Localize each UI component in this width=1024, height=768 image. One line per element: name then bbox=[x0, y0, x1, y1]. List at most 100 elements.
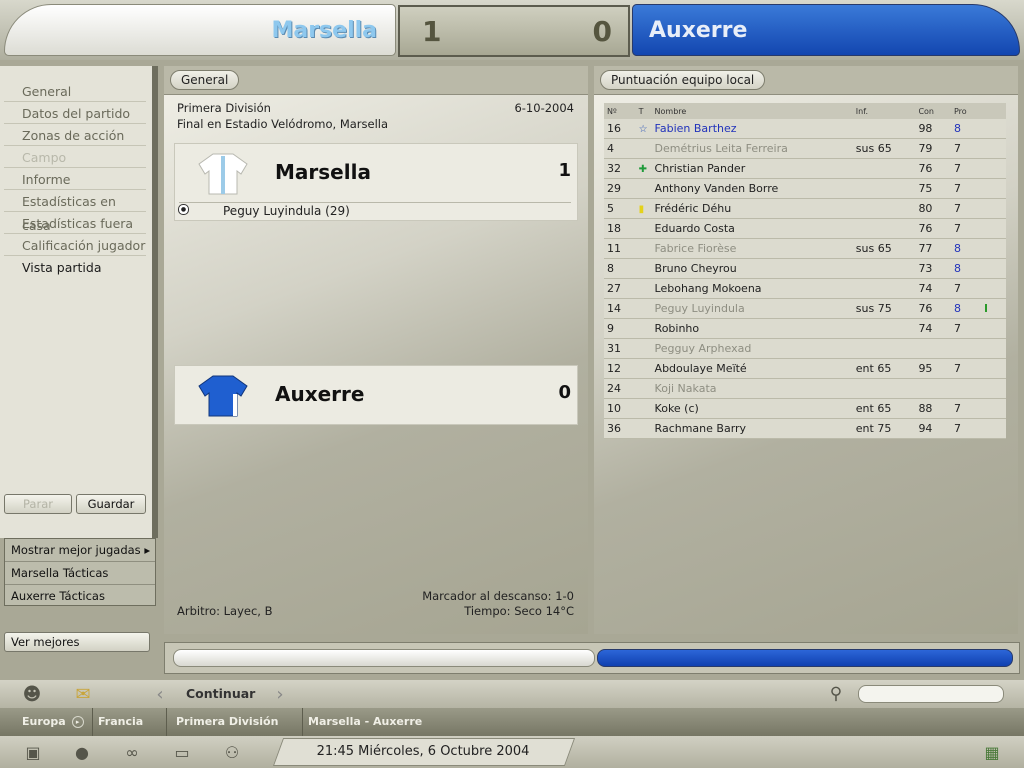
table-row[interactable]: 11 Fabrice Fiorèse sus 65 77 8 bbox=[604, 238, 1006, 259]
player-status bbox=[635, 278, 652, 299]
table-row[interactable]: 29 Anthony Vanden Borre 75 7 bbox=[604, 178, 1006, 199]
player-rating: 7 bbox=[950, 398, 983, 419]
player-info: sus 75 bbox=[852, 298, 916, 319]
show-best-plays-link[interactable]: Mostrar mejor jugadas ▸ bbox=[5, 539, 155, 562]
tab-general[interactable]: General bbox=[170, 70, 240, 90]
col-condition[interactable]: Con bbox=[915, 103, 951, 119]
player-rating: 7 bbox=[950, 418, 983, 439]
mail-icon[interactable]: ✉ bbox=[70, 684, 96, 705]
player-condition: 88 bbox=[915, 398, 951, 419]
player-status: ☆ bbox=[635, 119, 652, 139]
player-rating: 7 bbox=[950, 358, 983, 379]
match-date: 6-10-2004 bbox=[514, 101, 574, 115]
player-name: Eduardo Costa bbox=[651, 218, 853, 239]
search-icon[interactable]: ⚲ bbox=[824, 682, 848, 706]
home-score: 1 bbox=[422, 15, 442, 48]
player-status: ▮ bbox=[635, 198, 652, 219]
away-tactics-link[interactable]: Auxerre Tácticas bbox=[5, 585, 155, 607]
player-condition: 98 bbox=[915, 119, 951, 139]
nav-item-pitch: Campo bbox=[4, 146, 146, 168]
table-row[interactable]: 4 Demétrius Leita Ferreira sus 65 79 7 bbox=[604, 138, 1006, 159]
lower-link-list: Mostrar mejor jugadas ▸ Marsella Táctica… bbox=[4, 538, 156, 606]
nav-item-report[interactable]: Informe bbox=[4, 168, 146, 190]
people-icon[interactable]: ⚇ bbox=[220, 740, 244, 764]
breadcrumb-league[interactable]: Primera División▸ bbox=[176, 708, 303, 756]
links-icon[interactable]: ∞ bbox=[120, 740, 144, 764]
manager-icon[interactable]: ☻ bbox=[20, 682, 44, 706]
back-arrow-icon[interactable]: ‹ bbox=[150, 682, 170, 706]
breadcrumb-france[interactable]: Francia▸ bbox=[98, 708, 167, 756]
row-extra bbox=[982, 238, 1006, 259]
nav-item-home-stats[interactable]: Estadísticas en casa bbox=[4, 190, 146, 233]
player-info bbox=[852, 178, 916, 199]
goal-scorer: Peguy Luyindula (29) bbox=[223, 204, 350, 218]
competition-label: Primera División bbox=[177, 101, 271, 115]
player-condition: 74 bbox=[915, 278, 951, 299]
home-team-card: Marsella 1 ● Peguy Luyindula (29) bbox=[174, 143, 578, 221]
player-name: Rachmane Barry bbox=[651, 418, 853, 439]
player-rating: 7 bbox=[950, 218, 983, 239]
search-input[interactable] bbox=[858, 685, 1004, 703]
table-row[interactable]: 5 ▮ Frédéric Déhu 80 7 bbox=[604, 198, 1006, 219]
col-name[interactable]: Nombre bbox=[651, 103, 853, 119]
player-number: 8 bbox=[604, 258, 636, 279]
player-name: Peguy Luyindula bbox=[651, 298, 853, 319]
col-type[interactable]: T bbox=[635, 103, 652, 119]
table-row[interactable]: 31 Pegguy Arphexad bbox=[604, 338, 1006, 359]
referee-label: Arbitro: Layec, B bbox=[177, 604, 273, 618]
player-number: 5 bbox=[604, 198, 636, 219]
star-icon: ☆ bbox=[638, 124, 648, 135]
player-rating: 8 bbox=[950, 119, 983, 139]
col-number[interactable]: Nº bbox=[604, 103, 636, 119]
player-name: Fabrice Fiorèse bbox=[651, 238, 853, 259]
forward-arrow-icon[interactable]: › bbox=[270, 682, 290, 706]
player-name: Demétrius Leita Ferreira bbox=[651, 138, 853, 159]
player-rating: 8 bbox=[950, 298, 983, 319]
table-row[interactable]: 32 ✚ Christian Pander 76 7 bbox=[604, 158, 1006, 179]
globe-icon[interactable]: ● bbox=[70, 740, 94, 764]
continue-button[interactable]: Continuar bbox=[186, 686, 255, 701]
nav-item-player-ratings[interactable]: Calificación jugador bbox=[4, 234, 146, 256]
nav-item-general[interactable]: General bbox=[4, 80, 146, 102]
nav-item-action-zones[interactable]: Zonas de acción bbox=[4, 124, 146, 146]
player-info: ent 75 bbox=[852, 418, 916, 439]
col-info[interactable]: Inf. bbox=[852, 103, 916, 119]
player-name: Christian Pander bbox=[651, 158, 853, 179]
nav-item-match-view[interactable]: Vista partida bbox=[4, 256, 146, 278]
computer-icon[interactable]: ▭ bbox=[170, 740, 194, 764]
screen-switch-icon[interactable]: ▣ bbox=[20, 740, 46, 764]
table-row[interactable]: 14 Peguy Luyindula sus 75 76 8 bbox=[604, 298, 1006, 319]
table-row[interactable]: 10 Koke (c) ent 65 88 7 bbox=[604, 398, 1006, 419]
yellow-card-icon: ▮ bbox=[638, 204, 645, 215]
player-status bbox=[635, 418, 652, 439]
table-row[interactable]: 16 ☆ Fabien Barthez 98 8 bbox=[604, 119, 1006, 139]
table-row[interactable]: 12 Abdoulaye Meïté ent 65 95 7 bbox=[604, 358, 1006, 379]
player-status bbox=[635, 318, 652, 339]
nav-item-away-stats[interactable]: Estadísticas fuera bbox=[4, 212, 146, 234]
center-panel-header: General bbox=[164, 66, 588, 95]
tab-home-ratings[interactable]: Puntuación equipo local bbox=[600, 70, 766, 90]
table-row[interactable]: 8 Bruno Cheyrou 73 8 bbox=[604, 258, 1006, 279]
table-row[interactable]: 18 Eduardo Costa 76 7 bbox=[604, 218, 1006, 239]
table-row[interactable]: 9 Robinho 74 7 bbox=[604, 318, 1006, 339]
nav-item-match-data[interactable]: Datos del partido bbox=[4, 102, 146, 124]
view-best-button[interactable]: Ver mejores bbox=[4, 632, 150, 652]
player-number: 36 bbox=[604, 418, 636, 439]
player-name: Koji Nakata bbox=[651, 378, 853, 399]
save-button[interactable]: Guardar bbox=[76, 494, 146, 514]
player-condition: 79 bbox=[915, 138, 951, 159]
player-status bbox=[635, 378, 652, 399]
breadcrumb-europe[interactable]: Europa ▸ bbox=[22, 708, 93, 736]
col-performance[interactable]: Pro bbox=[950, 103, 983, 119]
home-tactics-link[interactable]: Marsella Tácticas bbox=[5, 562, 155, 585]
chevron-right-icon[interactable]: ▸ bbox=[71, 716, 84, 728]
table-row[interactable]: 36 Rachmane Barry ent 75 94 7 bbox=[604, 418, 1006, 439]
player-condition bbox=[915, 378, 951, 399]
table-row[interactable]: 27 Lebohang Mokoena 74 7 bbox=[604, 278, 1006, 299]
row-extra bbox=[982, 338, 1006, 359]
possession-bar bbox=[164, 642, 1020, 674]
player-rating: 8 bbox=[950, 258, 983, 279]
table-row[interactable]: 24 Koji Nakata bbox=[604, 378, 1006, 399]
away-shirt-icon bbox=[198, 375, 248, 417]
exit-icon[interactable]: ▦ bbox=[980, 740, 1004, 764]
